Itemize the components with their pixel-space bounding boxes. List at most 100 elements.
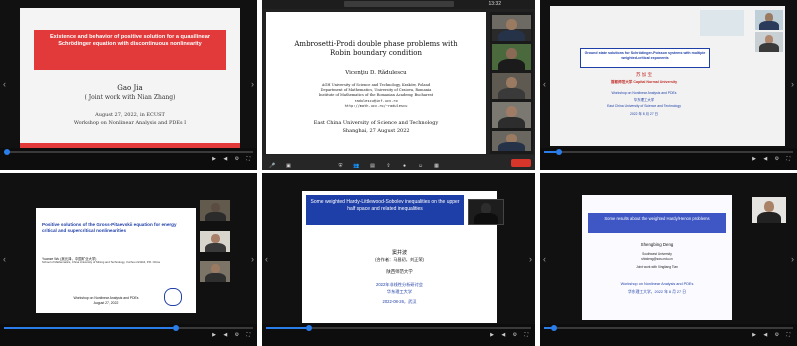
apps-button[interactable]: ▦ xyxy=(430,163,443,169)
video-button[interactable]: ▣ xyxy=(282,163,295,169)
participant-video[interactable] xyxy=(492,131,531,151)
player-icons[interactable]: ▶ ◀ ⚙ ⛶ xyxy=(752,156,793,162)
progress-bar[interactable] xyxy=(4,325,253,331)
slide-email: shbdeng@swu.edu.cn xyxy=(641,257,673,261)
slide-event: Workshop on Nonlinear Analysis and PDEs xyxy=(73,296,139,300)
slide-1: Existence and behavior of positive solut… xyxy=(20,8,240,148)
slide-univ-cn: 陕西师范大学 xyxy=(386,269,413,274)
next-slide-icon[interactable]: › xyxy=(791,254,794,264)
slide-title: Ambrosetti-Prodi double phase problems w… xyxy=(294,40,458,57)
slide-univ-cn: 首都师范大学 Capital Normal University xyxy=(610,80,678,84)
slide-title: Some results about the weighted Hardy/He… xyxy=(604,216,710,221)
security-button[interactable]: ⛨ xyxy=(334,163,347,169)
participant-video[interactable] xyxy=(492,102,531,128)
zoom-toolbar: 🎤 ▣ ⛨ 👥 ▤ ⇧ ● ☺ ▦ xyxy=(262,155,535,170)
slide-author: Vicenţiu D. Rădulescu xyxy=(345,70,407,76)
speaker-video xyxy=(468,199,504,225)
next-slide-icon[interactable]: › xyxy=(529,254,532,264)
video-panel-4[interactable]: Positive solutions of the Gross-Pitaevsk… xyxy=(0,173,257,346)
slide-speaker-cn: 苏 加 宝 xyxy=(635,72,652,77)
slide-coauthors-cn: (合作者：马昌初，刘正荣) xyxy=(375,257,424,262)
speaker-video xyxy=(200,200,230,221)
progress-bar[interactable] xyxy=(4,149,253,155)
record-button[interactable]: ● xyxy=(398,163,411,169)
next-slide-icon[interactable]: › xyxy=(791,79,794,89)
prev-slide-icon[interactable]: ‹ xyxy=(3,254,6,264)
zoom-clock: 13:32 xyxy=(488,1,501,7)
slide-affil-2: Department of Mathematics, University of… xyxy=(320,88,432,92)
prev-slide-icon[interactable]: ‹ xyxy=(3,79,6,89)
zoom-top-bar: 13:32 xyxy=(262,0,535,9)
slide-date-cn: 华东理工大学，2022 年 8 月 27 日 xyxy=(627,290,687,294)
video-panel-1[interactable]: Existence and behavior of positive solut… xyxy=(0,0,257,170)
slide-date-cn: 2022 年 8 月 27 日 xyxy=(629,112,659,116)
slide-host-en: East China University of Science and Tec… xyxy=(607,104,681,108)
slide-title-box: Existence and behavior of positive solut… xyxy=(34,30,226,70)
end-meeting-button[interactable] xyxy=(511,159,531,167)
slide-event: Workshop on Nonlinear Analysis and PDEs xyxy=(620,282,694,286)
video-controls: ▶ ◀ ⚙ ⛶ xyxy=(0,324,257,346)
video-panel-6[interactable]: Some results about the weighted Hardy/He… xyxy=(540,173,797,346)
slide-affil: School of Mathematics, China University … xyxy=(42,260,160,264)
slide-3: Ground state solutions for Schrödinger-P… xyxy=(550,6,785,146)
slide-title-box: Some weighted Hardy-Littlewood-Sobolev i… xyxy=(306,195,464,225)
slide-affil-3: Institute of Mathematics of the Romanian… xyxy=(318,93,434,97)
video-panel-3[interactable]: Ground state solutions for Schrödinger-P… xyxy=(540,0,797,170)
slide-date: August 27, 2022, in ECUST xyxy=(95,112,165,118)
player-icons[interactable]: ▶ ◀ ⚙ ⛶ xyxy=(212,332,253,338)
player-icons[interactable]: ▶ ◀ ⚙ ⛶ xyxy=(490,332,531,338)
player-icons[interactable]: ▶ ◀ ⚙ ⛶ xyxy=(752,332,793,338)
prev-slide-icon[interactable]: ‹ xyxy=(543,79,546,89)
slide-email: radulescu@inf.ucv.ro xyxy=(354,99,398,103)
video-panel-5[interactable]: Some weighted Hardy-Littlewood-Sobolev i… xyxy=(262,173,535,346)
slide-affil-1: AGH University of Science and Technology… xyxy=(321,83,431,87)
slide-logo xyxy=(164,288,182,306)
prev-slide-icon[interactable]: ‹ xyxy=(543,254,546,264)
meeting-title xyxy=(344,1,454,7)
slide-joint: Joint work with Xingliang Tian xyxy=(636,265,678,269)
video-panel-2[interactable]: 13:32 Ambrosetti-Prodi double phase prob… xyxy=(262,0,535,170)
video-controls: ▶ ◀ ⚙ ⛶ xyxy=(540,324,797,346)
slide-coauthor: ( Joint work with Nian Zhang) xyxy=(84,94,176,101)
reactions-button[interactable]: ☺ xyxy=(414,163,427,169)
slide-title: Ground state solutions for Schrödinger-P… xyxy=(584,51,706,60)
participant-video[interactable] xyxy=(492,73,531,99)
chat-button[interactable]: ▤ xyxy=(366,163,379,169)
video-controls: ▶ ◀ ⚙ ⛶ xyxy=(540,148,797,170)
slide-date-cn: 2022-08-26，武汉 xyxy=(382,299,417,304)
speaker-video xyxy=(752,197,786,223)
video-controls: ▶ ◀ ⚙ ⛶ xyxy=(0,148,257,170)
progress-bar[interactable] xyxy=(544,325,793,331)
slide-4: Positive solutions of the Gross-Pitaevsk… xyxy=(36,208,196,313)
slide-title: Positive solutions of the Gross-Pitaevsk… xyxy=(42,222,177,233)
participants-button[interactable]: 👥 xyxy=(350,163,363,169)
slide-title-box: Some results about the weighted Hardy/He… xyxy=(588,213,726,233)
slide-web: http://math.ucv.ro/~radulescu xyxy=(344,104,408,108)
participant-video xyxy=(200,261,230,282)
slide-date: August 27, 2022 xyxy=(93,301,119,305)
mute-button[interactable]: 🎤 xyxy=(266,163,279,169)
progress-bar[interactable] xyxy=(266,325,531,331)
participant-video[interactable] xyxy=(492,15,531,41)
slide-place-date: Shanghai, 27 August 2022 xyxy=(342,128,410,134)
slide-title-box: Ground state solutions for Schrödinger-P… xyxy=(580,48,710,68)
slide-event: Workshop on Nonlinear Analysis and PDEs … xyxy=(73,120,187,126)
slide-venue: East China University of Science and Tec… xyxy=(313,120,439,126)
next-slide-icon[interactable]: › xyxy=(251,254,254,264)
prev-slide-icon[interactable]: ‹ xyxy=(265,254,268,264)
slide-speaker: Shengbing Deng xyxy=(640,242,674,247)
player-icons[interactable]: ▶ ◀ ⚙ ⛶ xyxy=(212,156,253,162)
slide-title: Existence and behavior of positive solut… xyxy=(49,34,211,48)
progress-bar[interactable] xyxy=(544,149,793,155)
participant-video xyxy=(200,231,230,252)
slide-author: Gao Jia xyxy=(117,84,143,92)
share-screen-button[interactable]: ⇧ xyxy=(382,163,395,169)
slide-speaker-cn: 窦井波 xyxy=(391,250,407,256)
participant-gallery xyxy=(490,12,533,154)
slide-univ: Southwest University xyxy=(642,252,672,256)
video-controls: ▶ ◀ ⚙ ⛶ xyxy=(262,324,535,346)
participant-video[interactable] xyxy=(492,44,531,70)
speaker-video xyxy=(755,10,783,30)
next-slide-icon[interactable]: › xyxy=(251,79,254,89)
slide-event-cn: 2022年非线性分析研讨会 xyxy=(375,282,423,287)
